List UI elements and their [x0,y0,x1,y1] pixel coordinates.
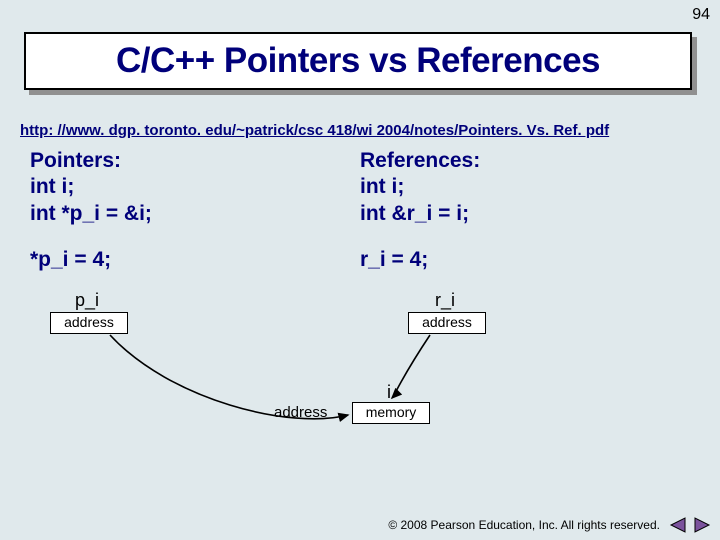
title-box: C/C++ Pointers vs References [24,32,692,90]
slide-title: C/C++ Pointers vs References [116,41,600,81]
next-button[interactable] [692,516,712,534]
copyright-text: © 2008 Pearson Education, Inc. All right… [388,518,660,532]
nav-buttons [668,516,712,534]
pointers-column: Pointers: int i; int *p_i = &i; [30,148,152,227]
pointers-decl1: int i; [30,174,152,200]
pointers-assign: *p_i = 4; [30,248,111,272]
ri-label: r_i [435,290,455,311]
pi-box: address [50,312,128,334]
reference-link[interactable]: http: //www. dgp. toronto. edu/~patrick/… [20,122,609,139]
triangle-right-icon [693,517,711,533]
page-number: 94 [692,6,710,24]
references-decl1: int i; [360,174,480,200]
references-column: References: int i; int &r_i = i; [360,148,480,227]
i-label: i [387,382,391,403]
pointers-decl2: int *p_i = &i; [30,201,152,227]
memory-box: memory [352,402,430,424]
addr-label: address [274,404,327,421]
ri-box: address [408,312,486,334]
title-container: C/C++ Pointers vs References [24,32,696,90]
references-decl2: int &r_i = i; [360,201,480,227]
slide: 94 C/C++ Pointers vs References http: //… [0,0,720,540]
pointers-heading: Pointers: [30,148,152,174]
references-heading: References: [360,148,480,174]
triangle-left-icon [669,517,687,533]
pi-label: p_i [75,290,99,311]
prev-button[interactable] [668,516,688,534]
references-assign: r_i = 4; [360,248,428,272]
